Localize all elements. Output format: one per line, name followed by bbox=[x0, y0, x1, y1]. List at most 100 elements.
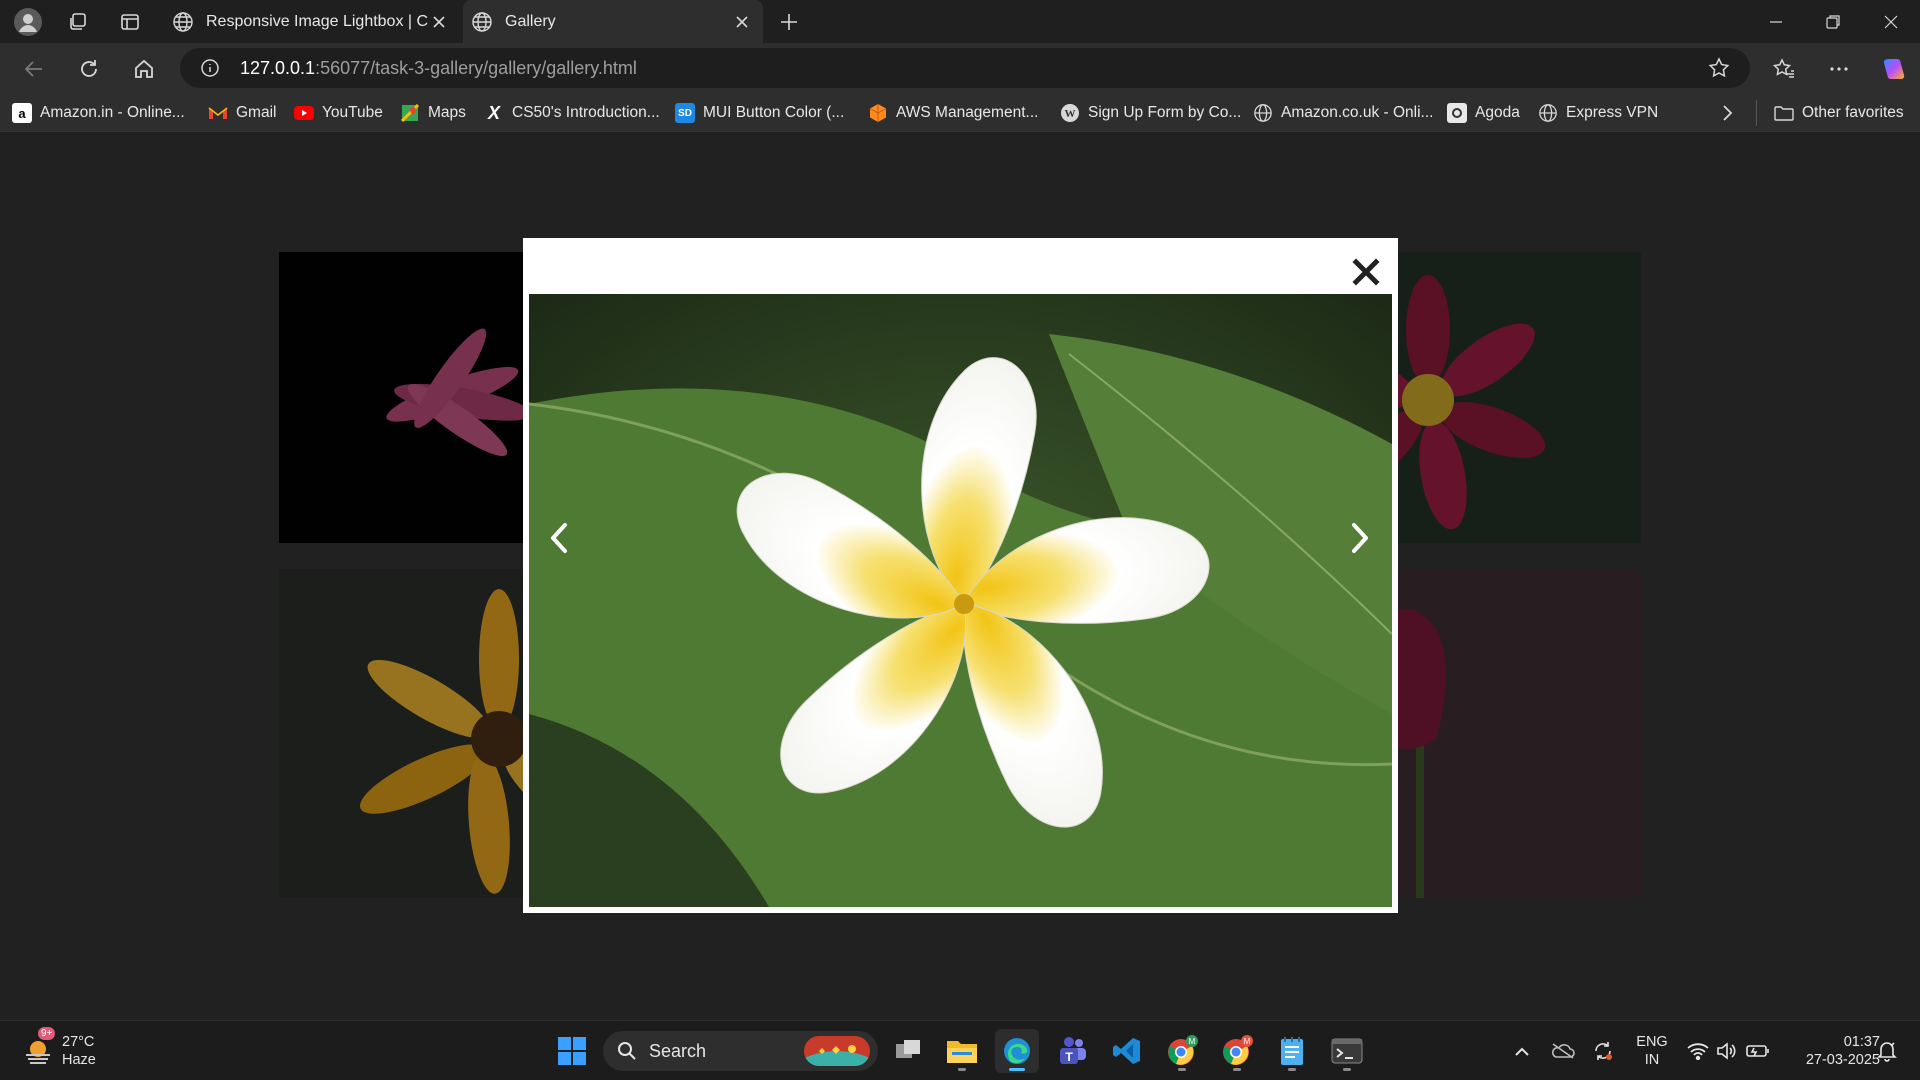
bookmark-label: CS50's Introduction... bbox=[512, 104, 660, 121]
bookmarks-bar: a Amazon.in - Online... Gmail YouTube Ma… bbox=[0, 94, 1920, 132]
running-indicator bbox=[1343, 1068, 1351, 1071]
start-button[interactable] bbox=[550, 1029, 594, 1073]
bookmark-other-favorites[interactable]: Other favorites bbox=[1774, 100, 1904, 126]
clock-date: 27-03-2025 bbox=[1805, 1052, 1880, 1068]
home-icon[interactable] bbox=[126, 51, 162, 87]
bookmark-signup[interactable]: W Sign Up Form by Co... bbox=[1060, 100, 1241, 126]
copilot-icon[interactable] bbox=[1876, 51, 1912, 87]
bookmark-amazon-in[interactable]: a Amazon.in - Online... bbox=[12, 100, 185, 126]
tab-lightbox[interactable]: Responsive Image Lightbox | Codi bbox=[164, 0, 460, 43]
bookmark-label: Express VPN bbox=[1566, 104, 1659, 121]
onedrive-offline-icon[interactable] bbox=[1548, 1031, 1578, 1071]
search-icon bbox=[617, 1041, 637, 1061]
bookmark-label: AWS Management... bbox=[896, 104, 1039, 121]
globe-icon bbox=[471, 11, 493, 33]
back-icon[interactable] bbox=[16, 51, 52, 87]
site-info-icon[interactable] bbox=[200, 58, 220, 78]
gallery-page bbox=[0, 133, 1920, 1020]
url-text: 127.0.0.1:56077/task-3-gallery/gallery/g… bbox=[240, 58, 637, 79]
favorite-star-icon[interactable] bbox=[1708, 57, 1730, 79]
globe-icon bbox=[1253, 103, 1273, 123]
maps-icon bbox=[400, 103, 420, 123]
bookmarks-divider bbox=[1756, 100, 1757, 126]
running-indicator bbox=[1288, 1068, 1296, 1071]
tab-title: Responsive Image Lightbox | Codi bbox=[206, 12, 428, 30]
address-bar[interactable]: 127.0.0.1:56077/task-3-gallery/gallery/g… bbox=[180, 48, 1750, 88]
wordpress-icon: W bbox=[1060, 103, 1080, 123]
bookmarks-overflow-chevron-icon[interactable] bbox=[1720, 100, 1734, 126]
notifications-icon[interactable] bbox=[1872, 1031, 1902, 1071]
language-region: IN bbox=[1644, 1052, 1660, 1068]
bookmark-maps[interactable]: Maps bbox=[400, 100, 466, 126]
weather-widget[interactable]: 9+ 27°C Haze bbox=[22, 1027, 96, 1071]
volume-icon[interactable] bbox=[1712, 1031, 1740, 1071]
show-hidden-icons-chevron-icon[interactable] bbox=[1508, 1031, 1536, 1071]
bookmark-label: Sign Up Form by Co... bbox=[1088, 104, 1242, 121]
weather-haze-icon: 9+ bbox=[22, 1027, 56, 1067]
tab-gallery[interactable]: Gallery bbox=[463, 0, 763, 43]
search-label: Search bbox=[649, 1040, 707, 1061]
terminal-icon[interactable] bbox=[1325, 1029, 1369, 1073]
bookmark-cs50[interactable]: X CS50's Introduction... bbox=[484, 100, 660, 126]
weather-temp: 27°C bbox=[62, 1034, 95, 1050]
bookmark-aws[interactable]: AWS Management... bbox=[868, 100, 1038, 126]
restore-icon[interactable] bbox=[1817, 6, 1849, 38]
profile-avatar-icon[interactable] bbox=[12, 6, 44, 38]
bookmark-label: Gmail bbox=[236, 104, 277, 121]
sync-icon[interactable] bbox=[1588, 1031, 1618, 1071]
language-indicator[interactable]: ENG IN bbox=[1632, 1031, 1672, 1071]
bookmark-expressvpn[interactable]: Express VPN bbox=[1538, 100, 1658, 126]
url-host: 127.0.0.1 bbox=[240, 57, 316, 78]
aws-icon bbox=[868, 103, 888, 123]
tab-title: Gallery bbox=[505, 12, 556, 30]
bookmark-youtube[interactable]: YouTube bbox=[294, 100, 383, 126]
minimize-icon[interactable] bbox=[1760, 6, 1792, 38]
folder-icon bbox=[1774, 103, 1794, 123]
edge-icon[interactable] bbox=[995, 1029, 1039, 1073]
wifi-icon[interactable] bbox=[1682, 1031, 1714, 1071]
new-tab-icon[interactable] bbox=[773, 6, 805, 38]
bookmark-gmail[interactable]: Gmail bbox=[208, 100, 276, 126]
lightbox-prev-icon[interactable] bbox=[537, 508, 581, 568]
taskbar-search[interactable]: Search bbox=[603, 1031, 878, 1071]
svg-text:M: M bbox=[1189, 1037, 1196, 1046]
bookmark-label: Amazon.co.uk - Onli... bbox=[1281, 104, 1434, 121]
lightbox-next-icon[interactable] bbox=[1338, 508, 1382, 568]
chrome-profile-m-icon[interactable]: M bbox=[1160, 1029, 1204, 1073]
battery-icon[interactable] bbox=[1742, 1031, 1774, 1071]
lightbox-modal bbox=[523, 238, 1398, 913]
file-explorer-icon[interactable] bbox=[940, 1029, 984, 1073]
windows-taskbar: 9+ 27°C Haze Search T M M ENG IN 01:37 2… bbox=[0, 1020, 1920, 1080]
favorites-icon[interactable] bbox=[1766, 51, 1802, 87]
bookmark-amazon-uk[interactable]: Amazon.co.uk - Onli... bbox=[1253, 100, 1433, 126]
url-path: :56077/task-3-gallery/gallery/gallery.ht… bbox=[315, 57, 637, 78]
agoda-icon bbox=[1447, 103, 1467, 123]
running-indicator bbox=[1178, 1068, 1186, 1071]
tab-actions-icon[interactable] bbox=[114, 6, 146, 38]
close-window-icon[interactable] bbox=[1875, 6, 1907, 38]
clock[interactable]: 01:37 27-03-2025 bbox=[1780, 1031, 1880, 1071]
chrome-profile-m-red-icon[interactable]: M bbox=[1215, 1029, 1259, 1073]
close-tab-icon[interactable] bbox=[428, 11, 450, 33]
bookmark-label: Amazon.in - Online... bbox=[40, 104, 185, 121]
running-indicator bbox=[958, 1068, 966, 1071]
task-view-icon[interactable] bbox=[886, 1029, 930, 1073]
bookmark-label: YouTube bbox=[322, 104, 383, 121]
x-icon: X bbox=[487, 102, 500, 123]
gmail-icon bbox=[208, 103, 228, 123]
notepad-icon[interactable] bbox=[1270, 1029, 1314, 1073]
running-indicator bbox=[1233, 1068, 1241, 1071]
bookmark-agoda[interactable]: Agoda bbox=[1447, 100, 1520, 126]
more-options-icon[interactable] bbox=[1821, 51, 1857, 87]
search-highlight-image bbox=[804, 1036, 870, 1066]
bookmark-label: MUI Button Color (... bbox=[703, 104, 845, 121]
bookmark-mui[interactable]: SD MUI Button Color (... bbox=[675, 100, 844, 126]
teams-icon[interactable]: T bbox=[1050, 1029, 1094, 1073]
close-tab-icon[interactable] bbox=[731, 11, 753, 33]
refresh-icon[interactable] bbox=[71, 51, 107, 87]
lightbox-close-icon[interactable] bbox=[1346, 252, 1386, 292]
workspaces-icon[interactable] bbox=[62, 6, 94, 38]
bookmark-label: Other favorites bbox=[1802, 104, 1904, 121]
vscode-icon[interactable] bbox=[1105, 1029, 1149, 1073]
browser-titlebar: Responsive Image Lightbox | Codi Gallery bbox=[0, 0, 1920, 43]
